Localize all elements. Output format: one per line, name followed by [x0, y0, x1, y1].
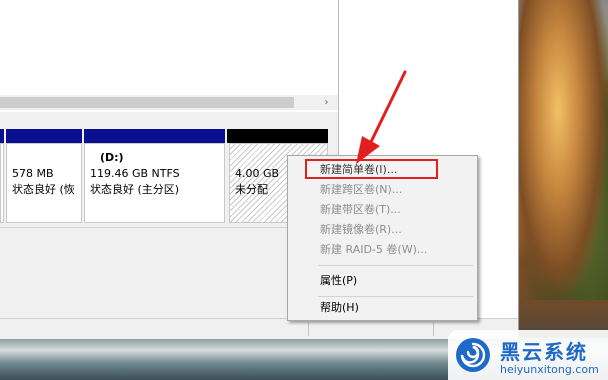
partition-status: 状态良好 (主分区) [90, 183, 180, 196]
menu-new-mirrored-volume[interactable]: 新建镜像卷(R)... [320, 220, 402, 240]
partition-bar-recovery [6, 129, 82, 143]
watermark: 黑云系统 heiyunxitong.com [448, 330, 608, 380]
menu-separator [318, 296, 473, 297]
partition-status: 状态良好 (恢 [12, 183, 75, 196]
horizontal-scrollbar[interactable]: › [0, 95, 338, 110]
partition-bar-d [84, 129, 225, 143]
scrollbar-thumb[interactable] [0, 97, 294, 108]
red-arrow-annotation [356, 70, 407, 164]
partition-d[interactable]: (D:) 119.46 GB NTFS 状态良好 (主分区) [84, 143, 225, 223]
watermark-url: heiyunxitong.com [500, 363, 599, 376]
status-bar [0, 318, 518, 339]
partition-title [12, 150, 76, 166]
menu-help[interactable]: 帮助(H) [320, 298, 359, 318]
menu-properties[interactable]: 属性(P) [320, 271, 357, 291]
menu-new-raid5-volume[interactable]: 新建 RAID-5 卷(W)... [320, 240, 427, 260]
watermark-name: 黑云系统 [500, 340, 588, 364]
context-menu: 新建简单卷(I)... 新建跨区卷(N)... 新建带区卷(T)... 新建镜像… [287, 155, 478, 321]
wallpaper-rocks [518, 0, 608, 300]
partition-title: (D:) [100, 151, 124, 164]
partition-size: 578 MB [12, 167, 54, 180]
menu-new-spanned-volume[interactable]: 新建跨区卷(N)... [320, 180, 402, 200]
partition-size: 119.46 GB NTFS [90, 167, 180, 180]
status-divider [433, 322, 434, 336]
status-divider [308, 322, 309, 336]
partition-bar-unallocated [227, 129, 328, 143]
heiyun-logo-icon [456, 338, 490, 372]
partition-box-edge[interactable] [0, 143, 4, 223]
menu-separator [318, 265, 473, 266]
chevron-right-icon[interactable]: › [319, 95, 334, 110]
partition-recovery[interactable]: 578 MB 状态良好 (恢 [6, 143, 82, 223]
menu-new-striped-volume[interactable]: 新建带区卷(T)... [320, 200, 401, 220]
partition-bar-edge [0, 129, 4, 143]
volume-list-pane[interactable] [0, 0, 338, 95]
